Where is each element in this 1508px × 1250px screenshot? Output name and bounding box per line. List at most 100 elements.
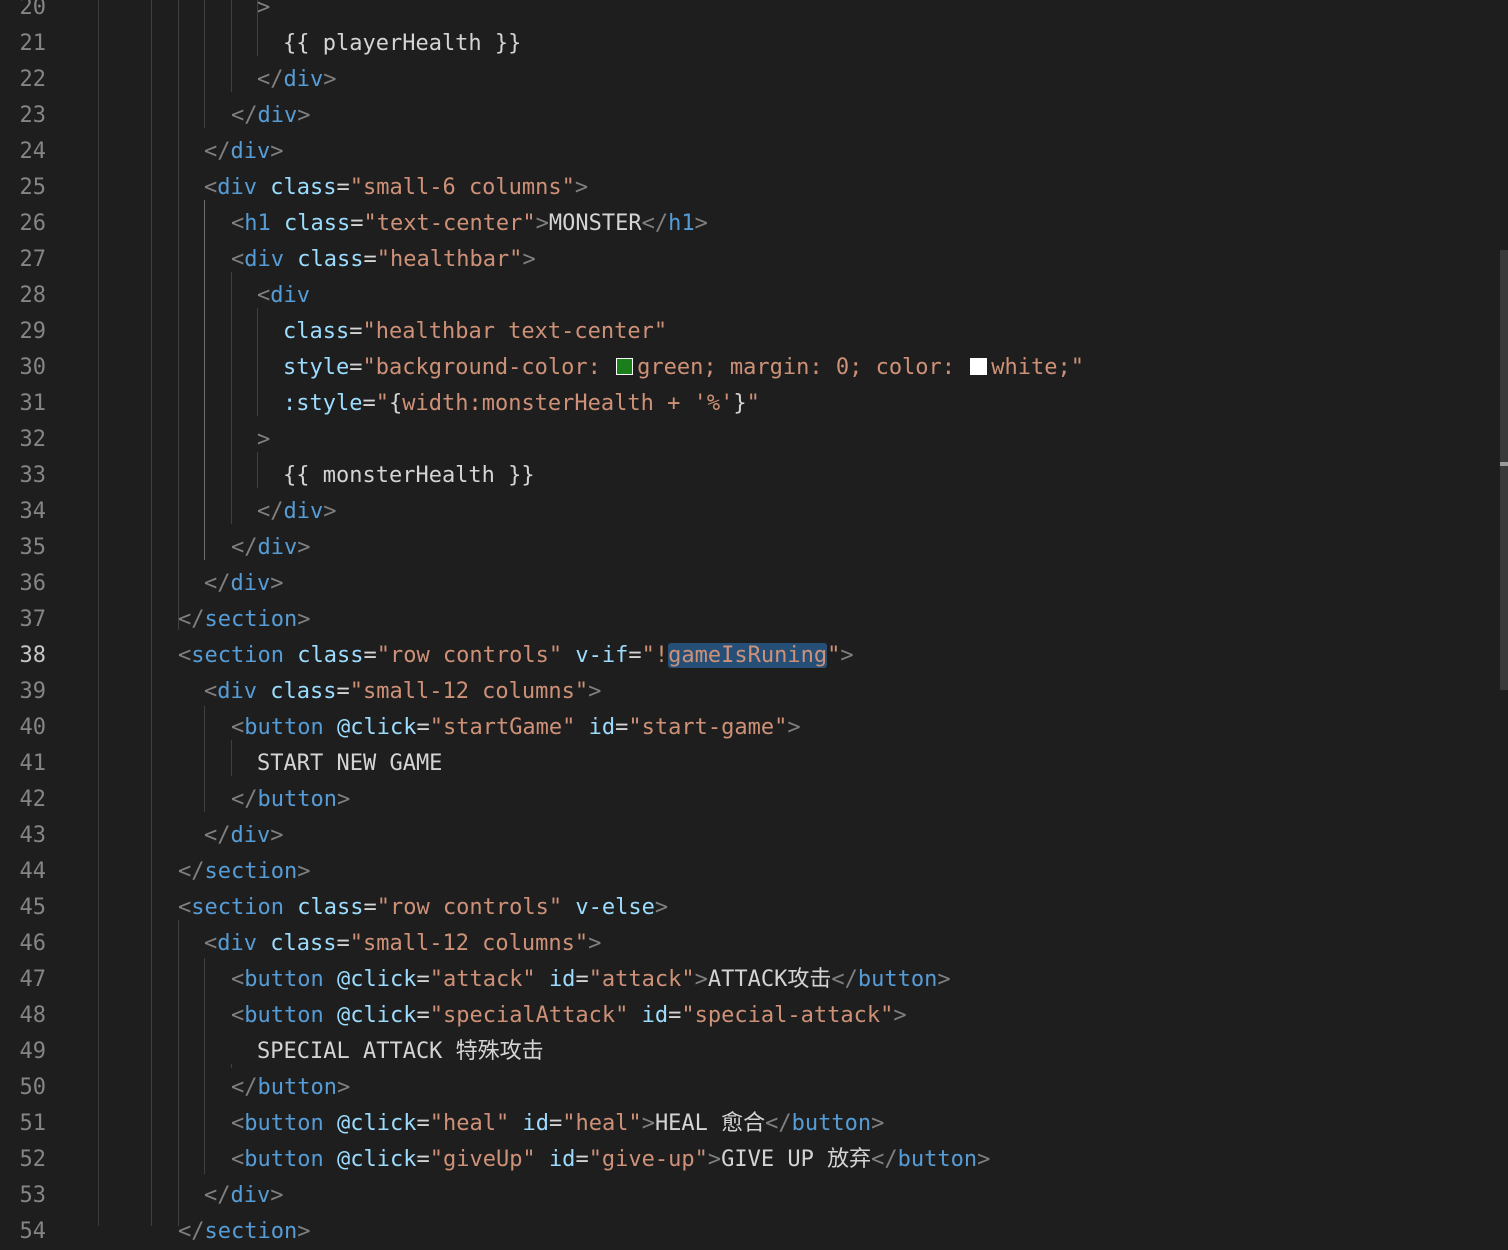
code-token: @click bbox=[336, 967, 417, 992]
line-number: 27 bbox=[19, 247, 47, 272]
code-token: div bbox=[230, 823, 271, 848]
color-swatch-green[interactable] bbox=[616, 358, 634, 375]
code-line[interactable]: style="background-color: green; margin: … bbox=[283, 350, 1084, 386]
line-number: 29 bbox=[19, 319, 47, 344]
code-token: div bbox=[217, 931, 257, 956]
code-line[interactable]: {{ monsterHealth }} bbox=[283, 458, 535, 494]
code-token: HEAL 愈合 bbox=[654, 1111, 766, 1136]
code-line[interactable]: </button> bbox=[231, 1070, 350, 1106]
code-token: div bbox=[230, 139, 271, 164]
color-swatch-white[interactable] bbox=[970, 358, 988, 375]
code-token: button bbox=[257, 1075, 337, 1100]
code-line[interactable]: <section class="row controls" v-else> bbox=[178, 890, 668, 926]
code-token: < bbox=[204, 679, 218, 704]
code-token: = bbox=[363, 247, 377, 272]
vertical-scrollbar[interactable] bbox=[1500, 250, 1508, 690]
code-line[interactable]: SPECIAL ATTACK 特殊攻击 bbox=[257, 1034, 544, 1070]
code-token: class bbox=[284, 211, 351, 236]
code-token: < bbox=[231, 211, 245, 236]
code-line[interactable]: <button @click="startGame" id="start-gam… bbox=[231, 710, 801, 746]
indent-guide bbox=[204, 200, 205, 560]
code-token: " bbox=[746, 391, 760, 416]
code-token: > bbox=[707, 1147, 722, 1172]
code-line[interactable]: </div> bbox=[204, 1178, 284, 1214]
code-token: div bbox=[230, 571, 271, 596]
code-line[interactable]: > bbox=[257, 0, 270, 26]
code-line[interactable]: </div> bbox=[231, 530, 311, 566]
code-line[interactable]: > bbox=[257, 422, 270, 458]
code-token: > bbox=[871, 1111, 885, 1136]
code-line[interactable]: </div> bbox=[257, 494, 337, 530]
code-line[interactable]: </div> bbox=[231, 98, 311, 134]
highlighted-word: gameIsRuning bbox=[668, 643, 828, 668]
code-line[interactable]: </div> bbox=[204, 566, 284, 602]
line-number: 44 bbox=[19, 859, 47, 884]
code-editor[interactable]: 20 21 22 23 24 25 26 27 28 29 30 31 32 33 34 35 36 37 38 39… bbox=[0, 0, 1508, 1244]
code-token: </ bbox=[204, 823, 231, 848]
code-token: div bbox=[230, 1183, 271, 1208]
code-token: @click bbox=[336, 1111, 417, 1136]
code-token: id bbox=[548, 967, 576, 992]
code-line[interactable]: </section> bbox=[178, 1214, 310, 1250]
code-token: = bbox=[548, 1111, 563, 1136]
code-line[interactable]: {{ playerHealth }} bbox=[283, 26, 521, 62]
code-line[interactable]: </button> bbox=[231, 782, 350, 818]
code-line[interactable]: <button @click="attack" id="attack">ATTA… bbox=[231, 962, 951, 998]
code-token: id bbox=[548, 1147, 576, 1172]
code-line[interactable]: <div class="small-12 columns"> bbox=[204, 674, 601, 710]
code-line[interactable]: </div> bbox=[257, 62, 337, 98]
line-number: 45 bbox=[19, 895, 47, 920]
line-number: 23 bbox=[19, 103, 47, 128]
code-token: > bbox=[588, 931, 602, 956]
line-number-gutter: 20 21 22 23 24 25 26 27 28 29 30 31 32 33 34 35 36 37 38 39… bbox=[0, 0, 100, 1244]
line-number: 35 bbox=[19, 535, 47, 560]
code-token: > bbox=[297, 859, 311, 884]
code-line[interactable]: <section class="row controls" v-if="!gam… bbox=[178, 638, 854, 674]
code-token: class bbox=[297, 247, 364, 272]
code-token: </ bbox=[204, 571, 231, 596]
code-token: < bbox=[178, 895, 192, 920]
code-token: "row controls" bbox=[376, 895, 563, 920]
code-token: "start-game" bbox=[628, 715, 788, 740]
code-token: = bbox=[349, 319, 363, 344]
code-token: MONSTER bbox=[548, 211, 642, 236]
code-line[interactable]: <button @click="heal" id="heal">HEAL 愈合<… bbox=[231, 1106, 884, 1142]
code-token: "heal" bbox=[562, 1111, 642, 1136]
code-line[interactable]: <button @click="giveUp" id="give-up">GIV… bbox=[231, 1142, 990, 1178]
code-token: green; margin: 0; color: bbox=[637, 355, 969, 380]
code-line[interactable]: <h1 class="text-center">MONSTER</h1> bbox=[231, 206, 708, 242]
code-line[interactable]: <div class="small-12 columns"> bbox=[204, 926, 601, 962]
code-token: </ bbox=[231, 1075, 258, 1100]
code-line[interactable]: <div class="small-6 columns"> bbox=[204, 170, 588, 206]
line-number: 50 bbox=[19, 1075, 47, 1100]
code-token: h1 bbox=[668, 211, 695, 236]
code-token: > bbox=[641, 1111, 655, 1136]
line-number: 46 bbox=[19, 931, 47, 956]
indent-guide bbox=[257, 308, 258, 416]
code-line[interactable]: START NEW GAME bbox=[257, 746, 442, 782]
code-line[interactable]: <button @click="specialAttack" id="speci… bbox=[231, 998, 907, 1034]
code-token: = bbox=[416, 715, 430, 740]
code-token: div bbox=[257, 535, 298, 560]
code-token: button bbox=[897, 1147, 978, 1172]
line-number: 51 bbox=[19, 1111, 47, 1136]
code-line[interactable]: </div> bbox=[204, 818, 284, 854]
code-line[interactable]: </div> bbox=[204, 134, 284, 170]
code-line[interactable]: class="healthbar text-center" bbox=[283, 314, 667, 350]
code-line[interactable]: :style="{width:monsterHealth + '%'}" bbox=[283, 386, 760, 422]
code-token: </ bbox=[231, 103, 258, 128]
code-token: > bbox=[937, 967, 951, 992]
code-line[interactable]: </section> bbox=[178, 602, 310, 638]
code-token: < bbox=[231, 247, 245, 272]
code-token: style bbox=[283, 355, 350, 380]
code-token: > bbox=[270, 139, 284, 164]
code-line[interactable]: </section> bbox=[178, 854, 310, 890]
code-line[interactable]: <div bbox=[257, 278, 310, 314]
code-line[interactable]: <div class="healthbar"> bbox=[231, 242, 536, 278]
line-number: 37 bbox=[19, 607, 47, 632]
code-token: > bbox=[336, 1075, 351, 1100]
